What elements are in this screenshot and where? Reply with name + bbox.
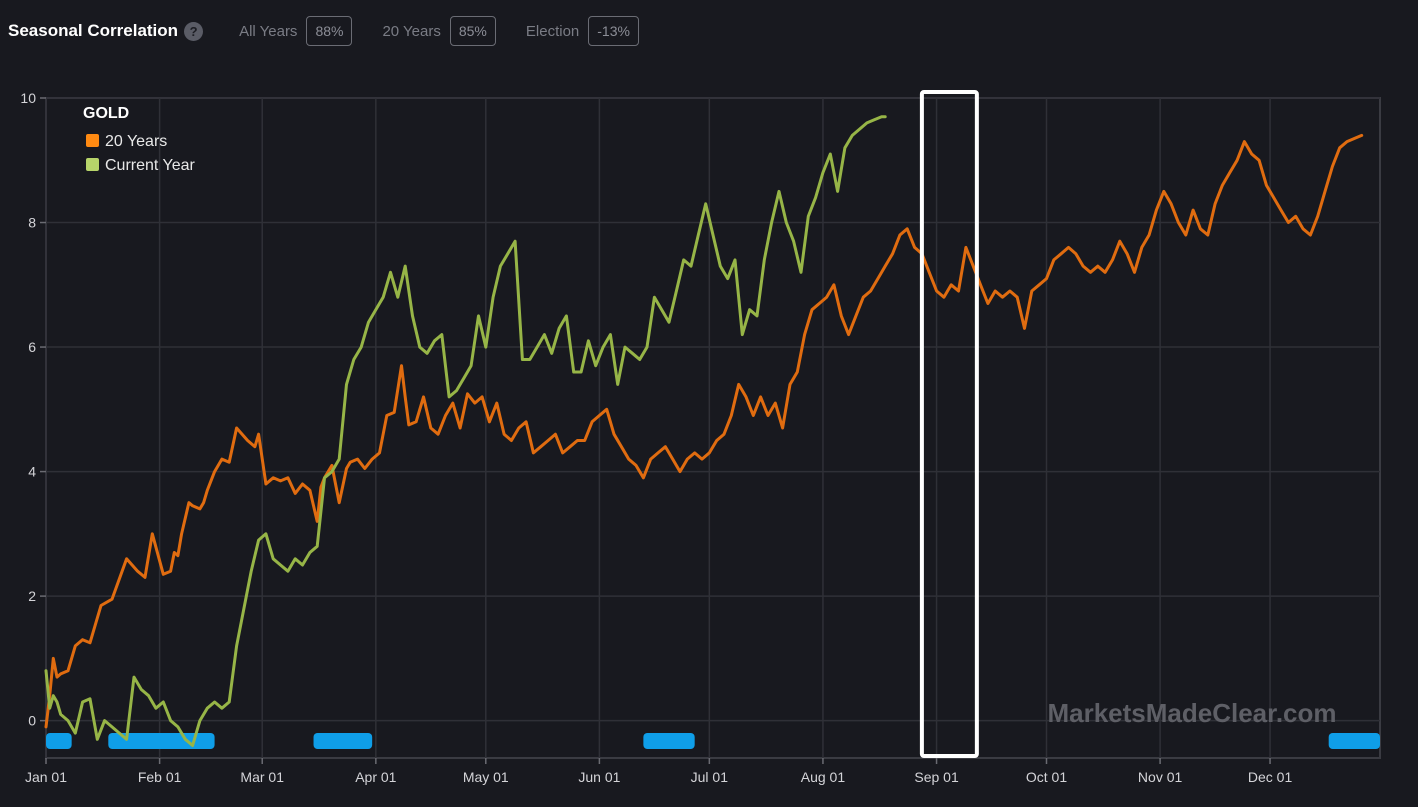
series-line-20-years[interactable] <box>44 133 1364 729</box>
timing-markers <box>46 733 1380 749</box>
y-tick-label: 8 <box>28 215 36 231</box>
help-icon[interactable]: ? <box>184 21 204 41</box>
axis-labels: Jan 01 Feb 01 Mar 01 Apr 01 May 01 Jun 01 Jul … <box>20 90 1292 785</box>
watermark: MarketsMadeClear.com <box>1047 698 1336 728</box>
stat-label: 20 Years <box>382 22 441 40</box>
x-tick-label: Oct 01 <box>1026 769 1067 785</box>
chart-title: Seasonal Correlation <box>8 21 179 40</box>
x-tick-label: May 01 <box>463 769 509 785</box>
legend-swatch-20-years <box>86 134 99 147</box>
y-tick-label: 4 <box>28 464 36 480</box>
y-tick-label: 0 <box>28 713 36 729</box>
timing-marker[interactable] <box>46 733 72 749</box>
seasonal-chart-page: MarketsMadeClear.com Jan 01 Feb 01 Mar 01 A… <box>0 0 1418 807</box>
legend: GOLD 20 Years Current Year <box>83 105 196 174</box>
y-tick-label: 2 <box>28 588 36 604</box>
timing-marker[interactable] <box>643 733 695 749</box>
x-tick-label: Jun 01 <box>578 769 620 785</box>
x-tick-label: Aug 01 <box>801 769 846 785</box>
y-tick-label: 10 <box>20 90 36 106</box>
series-line-current-year[interactable] <box>44 115 887 747</box>
x-tick-label: Jul 01 <box>691 769 729 785</box>
timing-marker[interactable] <box>1328 733 1380 749</box>
stat-all-years: All Years 88% <box>239 16 353 46</box>
legend-title: GOLD <box>83 105 129 122</box>
legend-label-20-years[interactable]: 20 Years <box>105 133 167 150</box>
stat-20-years: 20 Years 85% <box>382 16 496 46</box>
x-tick-label: Nov 01 <box>1138 769 1183 785</box>
plot-frame <box>45 97 1381 759</box>
series-lines <box>44 115 1364 747</box>
legend-label-current-year[interactable]: Current Year <box>105 157 196 174</box>
stat-value: 85% <box>449 16 496 46</box>
stat-value: -13% <box>588 16 639 46</box>
x-tick-label: Jan 01 <box>25 769 67 785</box>
highlight-box <box>919 90 979 758</box>
x-tick-label: Dec 01 <box>1248 769 1293 785</box>
stat-value: 88% <box>306 16 353 46</box>
x-tick-label: Sep 01 <box>914 769 959 785</box>
seasonal-chart: MarketsMadeClear.com Jan 01 Feb 01 Mar 01 A… <box>20 90 1381 785</box>
stat-label: All Years <box>239 22 298 40</box>
stat-label: Election <box>525 22 580 40</box>
timing-marker[interactable] <box>313 733 373 749</box>
x-tick-label: Mar 01 <box>240 769 284 785</box>
x-tick-label: Apr 01 <box>355 769 396 785</box>
x-tick-label: Feb 01 <box>138 769 182 785</box>
y-tick-label: 6 <box>28 339 36 355</box>
legend-swatch-current-year <box>86 158 99 171</box>
chart-header: Seasonal Correlation ? All Years 88% 20 … <box>8 14 669 48</box>
stat-election: Election -13% <box>526 16 639 46</box>
